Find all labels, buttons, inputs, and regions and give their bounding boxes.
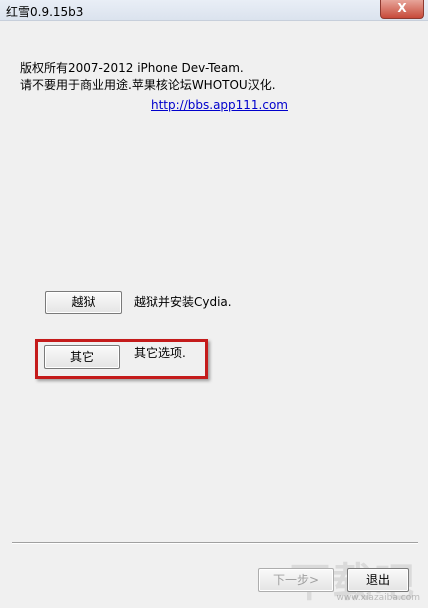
watermark-url: www.xiazaiba.com — [336, 593, 420, 603]
footer-divider — [12, 542, 418, 544]
notice-line: 请不要用于商业用途.苹果核论坛WHOTOU汉化. — [20, 78, 276, 92]
jailbreak-description: 越狱并安装Cydia. — [134, 295, 232, 309]
window-title: 红雪0.9.15b3 — [6, 5, 84, 19]
forum-link[interactable]: http://bbs.app111.com — [151, 98, 288, 112]
app-window: 红雪0.9.15b3 X 版权所有2007-2012 iPhone Dev-Te… — [0, 0, 428, 606]
other-options-button[interactable]: 其它 — [44, 345, 120, 369]
jailbreak-button[interactable]: 越狱 — [45, 291, 122, 314]
title-bar[interactable]: 红雪0.9.15b3 X — [0, 0, 428, 21]
other-options-description: 其它选项. — [134, 346, 186, 360]
exit-button[interactable]: 退出 — [347, 568, 409, 592]
copyright-block: 版权所有2007-2012 iPhone Dev-Team. 请不要用于商业用途… — [20, 60, 276, 94]
copyright-line: 版权所有2007-2012 iPhone Dev-Team. — [20, 61, 244, 75]
main-content: 版权所有2007-2012 iPhone Dev-Team. 请不要用于商业用途… — [0, 20, 428, 606]
next-button[interactable]: 下一步> — [258, 568, 334, 592]
close-button[interactable]: X — [380, 0, 424, 19]
